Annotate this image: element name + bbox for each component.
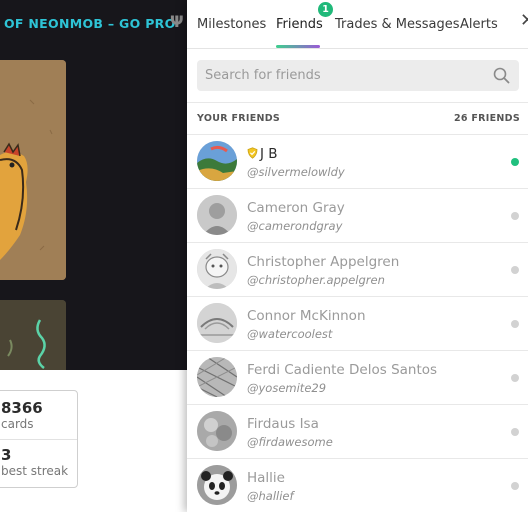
active-tab-indicator bbox=[276, 45, 320, 48]
panel-tabs: Milestones Friends 1 Trades & Messages A… bbox=[187, 0, 528, 49]
stats-box: 8366 cards 3 best streak bbox=[0, 390, 78, 488]
friend-name: Firdaus Isa bbox=[247, 416, 319, 432]
tab-milestones[interactable]: Milestones bbox=[197, 17, 266, 32]
stat-streak: 3 best streak bbox=[1, 446, 68, 478]
search-icon[interactable] bbox=[493, 67, 510, 84]
close-icon[interactable]: ✕ bbox=[520, 10, 528, 31]
offline-status-dot bbox=[511, 320, 519, 328]
friends-list-header: YOUR FRIENDS 26 FRIENDS bbox=[187, 102, 528, 135]
friend-row[interactable]: Christopher Appelgren @christopher.appel… bbox=[187, 243, 528, 297]
stat-cards-label: cards bbox=[1, 417, 34, 431]
friend-handle: @watercoolest bbox=[247, 327, 333, 341]
friend-name: Cameron Gray bbox=[247, 200, 345, 216]
friend-handle: @firdawesome bbox=[247, 435, 333, 449]
friend-name: Hallie bbox=[247, 470, 285, 486]
avatar[interactable] bbox=[197, 465, 237, 505]
avatar[interactable] bbox=[197, 249, 237, 289]
search-input[interactable] bbox=[197, 60, 487, 91]
friend-row[interactable]: Hallie @hallief bbox=[187, 459, 528, 512]
offline-status-dot bbox=[511, 374, 519, 382]
background-collection-area: OF NEONMOB – GO PRO Ψ bbox=[0, 0, 190, 370]
divider bbox=[0, 439, 77, 440]
friend-handle: @silvermelowldy bbox=[247, 165, 345, 179]
friend-row[interactable]: Connor McKinnon @watercoolest bbox=[187, 297, 528, 351]
friends-list-title: YOUR FRIENDS bbox=[197, 113, 281, 124]
card-thumbnail[interactable] bbox=[0, 300, 66, 370]
friend-name: Ferdi Cadiente Delos Santos bbox=[247, 362, 438, 378]
pro-tier-icon[interactable]: Ψ bbox=[170, 12, 184, 31]
friend-row[interactable]: J B @silvermelowldy bbox=[187, 135, 528, 189]
shield-icon bbox=[247, 147, 258, 159]
friends-count: 26 FRIENDS bbox=[453, 113, 520, 124]
search-box bbox=[197, 60, 519, 91]
card-thumbnail[interactable] bbox=[0, 60, 66, 280]
offline-status-dot bbox=[511, 428, 519, 436]
friends-notification-badge: 1 bbox=[318, 2, 333, 17]
friend-handle: @hallief bbox=[247, 489, 294, 503]
go-pro-banner-link[interactable]: OF NEONMOB – GO PRO bbox=[4, 16, 176, 31]
tab-trades-messages[interactable]: Trades & Messages bbox=[335, 17, 460, 32]
friend-handle: @christopher.appelgren bbox=[247, 273, 385, 287]
avatar[interactable] bbox=[197, 303, 237, 343]
tab-friends[interactable]: Friends bbox=[276, 17, 323, 32]
friend-name: Connor McKinnon bbox=[247, 308, 366, 324]
friend-handle: @yosemite29 bbox=[247, 381, 327, 395]
online-status-dot bbox=[511, 158, 519, 166]
friend-name: Christopher Appelgren bbox=[247, 254, 400, 270]
friend-row[interactable]: Ferdi Cadiente Delos Santos @yosemite29 bbox=[187, 351, 528, 405]
friends-list: J B @silvermelowldy Cameron Gray @camero… bbox=[187, 135, 528, 512]
tab-alerts[interactable]: Alerts bbox=[460, 17, 498, 32]
friend-row[interactable]: Firdaus Isa @firdawesome bbox=[187, 405, 528, 459]
friend-name: J B bbox=[247, 146, 278, 162]
offline-status-dot bbox=[511, 266, 519, 274]
stat-streak-value: 3 bbox=[1, 446, 12, 464]
stat-cards: 8366 cards bbox=[1, 399, 43, 431]
avatar[interactable] bbox=[197, 141, 237, 181]
avatar[interactable] bbox=[197, 411, 237, 451]
friends-panel: Milestones Friends 1 Trades & Messages A… bbox=[187, 0, 528, 512]
offline-status-dot bbox=[511, 482, 519, 490]
stat-streak-label: best streak bbox=[1, 464, 69, 478]
friend-name-text: J B bbox=[260, 146, 278, 162]
avatar[interactable] bbox=[197, 357, 237, 397]
offline-status-dot bbox=[511, 212, 519, 220]
avatar[interactable] bbox=[197, 195, 237, 235]
stat-cards-value: 8366 bbox=[1, 399, 43, 417]
friend-row[interactable]: Cameron Gray @camerondgray bbox=[187, 189, 528, 243]
friend-handle: @camerondgray bbox=[247, 219, 343, 233]
